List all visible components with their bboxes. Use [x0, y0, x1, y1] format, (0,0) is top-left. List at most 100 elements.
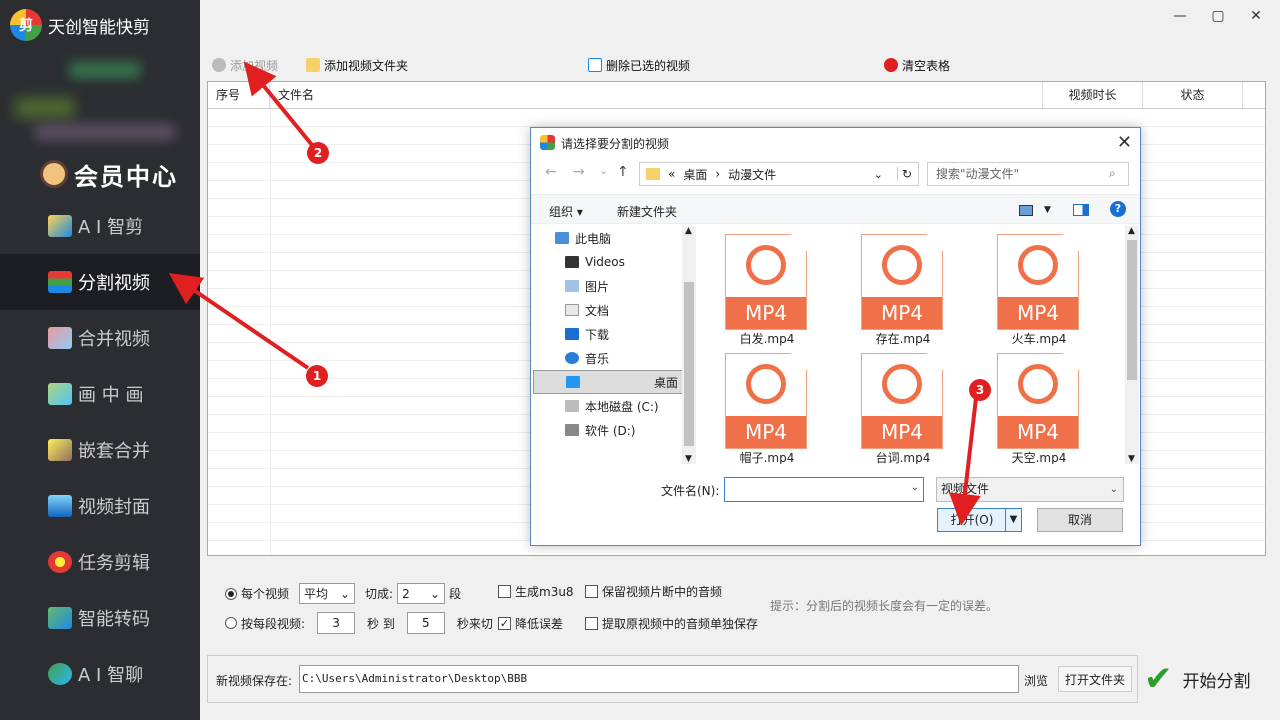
gen-m3u8-label: 生成m3u8 — [515, 585, 574, 599]
preview-pane-icon[interactable] — [1073, 204, 1089, 216]
open-folder-button[interactable]: 打开文件夹 — [1058, 666, 1133, 692]
blurred-user-info — [70, 62, 140, 78]
browse-button[interactable]: 浏览 — [1024, 672, 1048, 689]
breadcrumb-anime-files[interactable]: 动漫文件 — [728, 166, 776, 183]
scroll-up-icon[interactable]: ▲ — [685, 226, 692, 236]
path-overflow: « — [668, 167, 676, 181]
file-type-filter[interactable]: 视频文件 ⌄ — [936, 477, 1124, 502]
file-item[interactable]: MP4 台词.mp4 — [833, 345, 943, 464]
refresh-icon[interactable]: ↻ — [896, 167, 912, 181]
start-split-label: 开始分割 — [1182, 671, 1251, 692]
file-list-scrollbar[interactable]: ▲ ▼ — [1125, 226, 1139, 464]
file-item[interactable]: MP4 帽子.mp4 — [697, 345, 807, 464]
open-button[interactable]: 打开(O) ▼ — [937, 508, 1022, 532]
navigation-tree: 此电脑 Videos 图片 文档 下载 音乐 桌面 本地磁盘 (C:) 软件 (… — [533, 226, 683, 464]
tree-item-music[interactable]: 音乐 — [533, 346, 683, 370]
column-header-status[interactable]: 状态 — [1143, 82, 1243, 108]
cancel-button[interactable]: 取消 — [1037, 508, 1123, 532]
file-item[interactable]: MP4 天空.mp4 — [969, 345, 1079, 464]
address-chevron-icon[interactable]: ⌄ — [874, 168, 883, 181]
tree-scrollbar[interactable]: ▲ ▼ — [682, 226, 696, 464]
filename-input[interactable]: ⌄ — [724, 477, 924, 502]
view-mode-icon[interactable] — [1019, 205, 1033, 216]
minimize-button[interactable]: — — [1165, 8, 1195, 26]
maximize-button[interactable]: ▢ — [1203, 8, 1233, 26]
vip-center-button[interactable]: 会员中心 — [40, 156, 178, 192]
checkbox-checked[interactable]: ✓ — [498, 617, 511, 630]
music-folder-icon — [565, 352, 579, 364]
checkbox[interactable] — [585, 585, 598, 598]
sidebar-item-transcode[interactable]: 智能转码 — [0, 590, 200, 646]
to-seconds-input[interactable]: 5 — [406, 612, 445, 634]
search-input[interactable]: 搜索"动漫文件" — [927, 162, 1129, 186]
file-item[interactable]: MP4 白发.mp4 — [697, 226, 807, 346]
sidebar-item-ai-cut[interactable]: A I 智剪 — [0, 198, 200, 254]
breadcrumb-desktop[interactable]: 桌面 — [683, 166, 707, 183]
up-arrow-icon[interactable]: ↑ — [617, 164, 629, 180]
forward-arrow-icon[interactable]: → — [573, 164, 585, 180]
mp4-file-icon: MP4 — [861, 234, 943, 330]
dialog-close-button[interactable]: ✕ — [1117, 132, 1132, 153]
tree-item-videos[interactable]: Videos — [533, 250, 683, 274]
mp4-file-icon: MP4 — [725, 353, 807, 449]
column-header-filename[interactable]: 文件名 — [270, 82, 1043, 108]
clear-table-button[interactable]: 清空表格 — [878, 53, 957, 77]
add-folder-button[interactable]: 添加视频文件夹 — [300, 53, 415, 77]
gen-m3u8-checkbox[interactable]: 生成m3u8 — [498, 583, 574, 600]
open-dropdown-icon[interactable]: ▼ — [1005, 509, 1021, 531]
delete-selected-label: 删除已选的视频 — [606, 58, 691, 73]
extract-audio-checkbox[interactable]: 提取原视频中的音频单独保存 — [585, 615, 758, 632]
file-item[interactable]: MP4 火车.mp4 — [969, 226, 1079, 346]
chevron-down-icon[interactable]: ⌄ — [1110, 478, 1118, 501]
sidebar-item-task-edit[interactable]: 任务剪辑 — [0, 534, 200, 590]
tree-item-desktop[interactable]: 桌面 — [533, 370, 683, 394]
back-arrow-icon[interactable]: ← — [545, 164, 557, 180]
delete-selected-button[interactable]: 删除已选的视频 — [582, 53, 697, 77]
tree-item-downloads[interactable]: 下载 — [533, 322, 683, 346]
tree-item-documents[interactable]: 文档 — [533, 298, 683, 322]
recent-chevron-icon[interactable]: ⌄ — [599, 164, 608, 177]
sidebar-item-picture-in-picture[interactable]: 画 中 画 — [0, 366, 200, 422]
add-video-button[interactable]: 添加视频 — [206, 53, 285, 77]
sidebar-item-merge-video[interactable]: 合并视频 — [0, 310, 200, 366]
checkbox[interactable] — [498, 585, 511, 598]
column-header-duration[interactable]: 视频时长 — [1043, 82, 1143, 108]
start-split-button[interactable]: ✔ 开始分割 — [1138, 655, 1266, 703]
column-header-index[interactable]: 序号 — [208, 82, 270, 108]
toolbar: 添加视频 添加视频文件夹 删除已选的视频 清空表格 — [206, 53, 1266, 77]
keep-audio-checkbox[interactable]: 保留视频片断中的音频 — [585, 583, 722, 600]
reduce-error-checkbox[interactable]: ✓ 降低误差 — [498, 615, 563, 632]
scrollbar-thumb[interactable] — [1127, 240, 1137, 380]
file-item[interactable]: MP4 存在.mp4 — [833, 226, 943, 346]
sidebar-item-ai-chat[interactable]: A I 智聊 — [0, 646, 200, 702]
scroll-up-icon[interactable]: ▲ — [1128, 226, 1135, 236]
file-list: MP4 白发.mp4 MP4 存在.mp4 MP4 火车.mp4 MP4 帽子.… — [697, 226, 1125, 464]
tree-item-label: 音乐 — [585, 351, 610, 366]
per-video-radio[interactable]: 每个视频 平均 ⌄ 切成: 2 ⌄ 段 — [225, 583, 461, 604]
from-seconds-input[interactable]: 3 — [317, 612, 356, 634]
tree-item-drive-d[interactable]: 软件 (D:) — [533, 418, 683, 442]
tree-item-pictures[interactable]: 图片 — [533, 274, 683, 298]
tree-item-this-pc[interactable]: 此电脑 — [533, 226, 683, 250]
new-folder-button[interactable]: 新建文件夹 — [617, 203, 677, 220]
view-mode-chevron-icon[interactable]: ▼ — [1044, 205, 1051, 215]
radio-selected[interactable] — [225, 587, 237, 600]
scroll-down-icon[interactable]: ▼ — [685, 454, 692, 464]
help-icon[interactable]: ? — [1110, 201, 1126, 217]
tree-item-drive-c[interactable]: 本地磁盘 (C:) — [533, 394, 683, 418]
scroll-down-icon[interactable]: ▼ — [1128, 454, 1135, 464]
split-mode-select[interactable]: 平均 ⌄ — [299, 583, 356, 604]
segments-select[interactable]: 2 ⌄ — [397, 583, 446, 604]
close-button[interactable]: ✕ — [1241, 8, 1271, 26]
save-path-input[interactable]: C:\Users\Administrator\Desktop\BBB — [299, 665, 1019, 693]
sidebar-item-nest-merge[interactable]: 嵌套合并 — [0, 422, 200, 478]
radio-unselected[interactable] — [225, 617, 237, 629]
scrollbar-thumb[interactable] — [684, 282, 694, 446]
organize-button[interactable]: 组织 ▾ — [549, 203, 583, 220]
sidebar-item-split-video[interactable]: 分割视频 — [0, 254, 200, 310]
address-bar[interactable]: « 桌面 › 动漫文件 ⌄ ↻ — [639, 162, 919, 186]
chevron-down-icon[interactable]: ⌄ — [911, 482, 919, 493]
sidebar-item-video-cover[interactable]: 视频封面 — [0, 478, 200, 534]
by-segment-radio[interactable]: 按每段视频: 3 秒 到 5 秒来切 — [225, 612, 493, 634]
checkbox[interactable] — [585, 617, 598, 630]
